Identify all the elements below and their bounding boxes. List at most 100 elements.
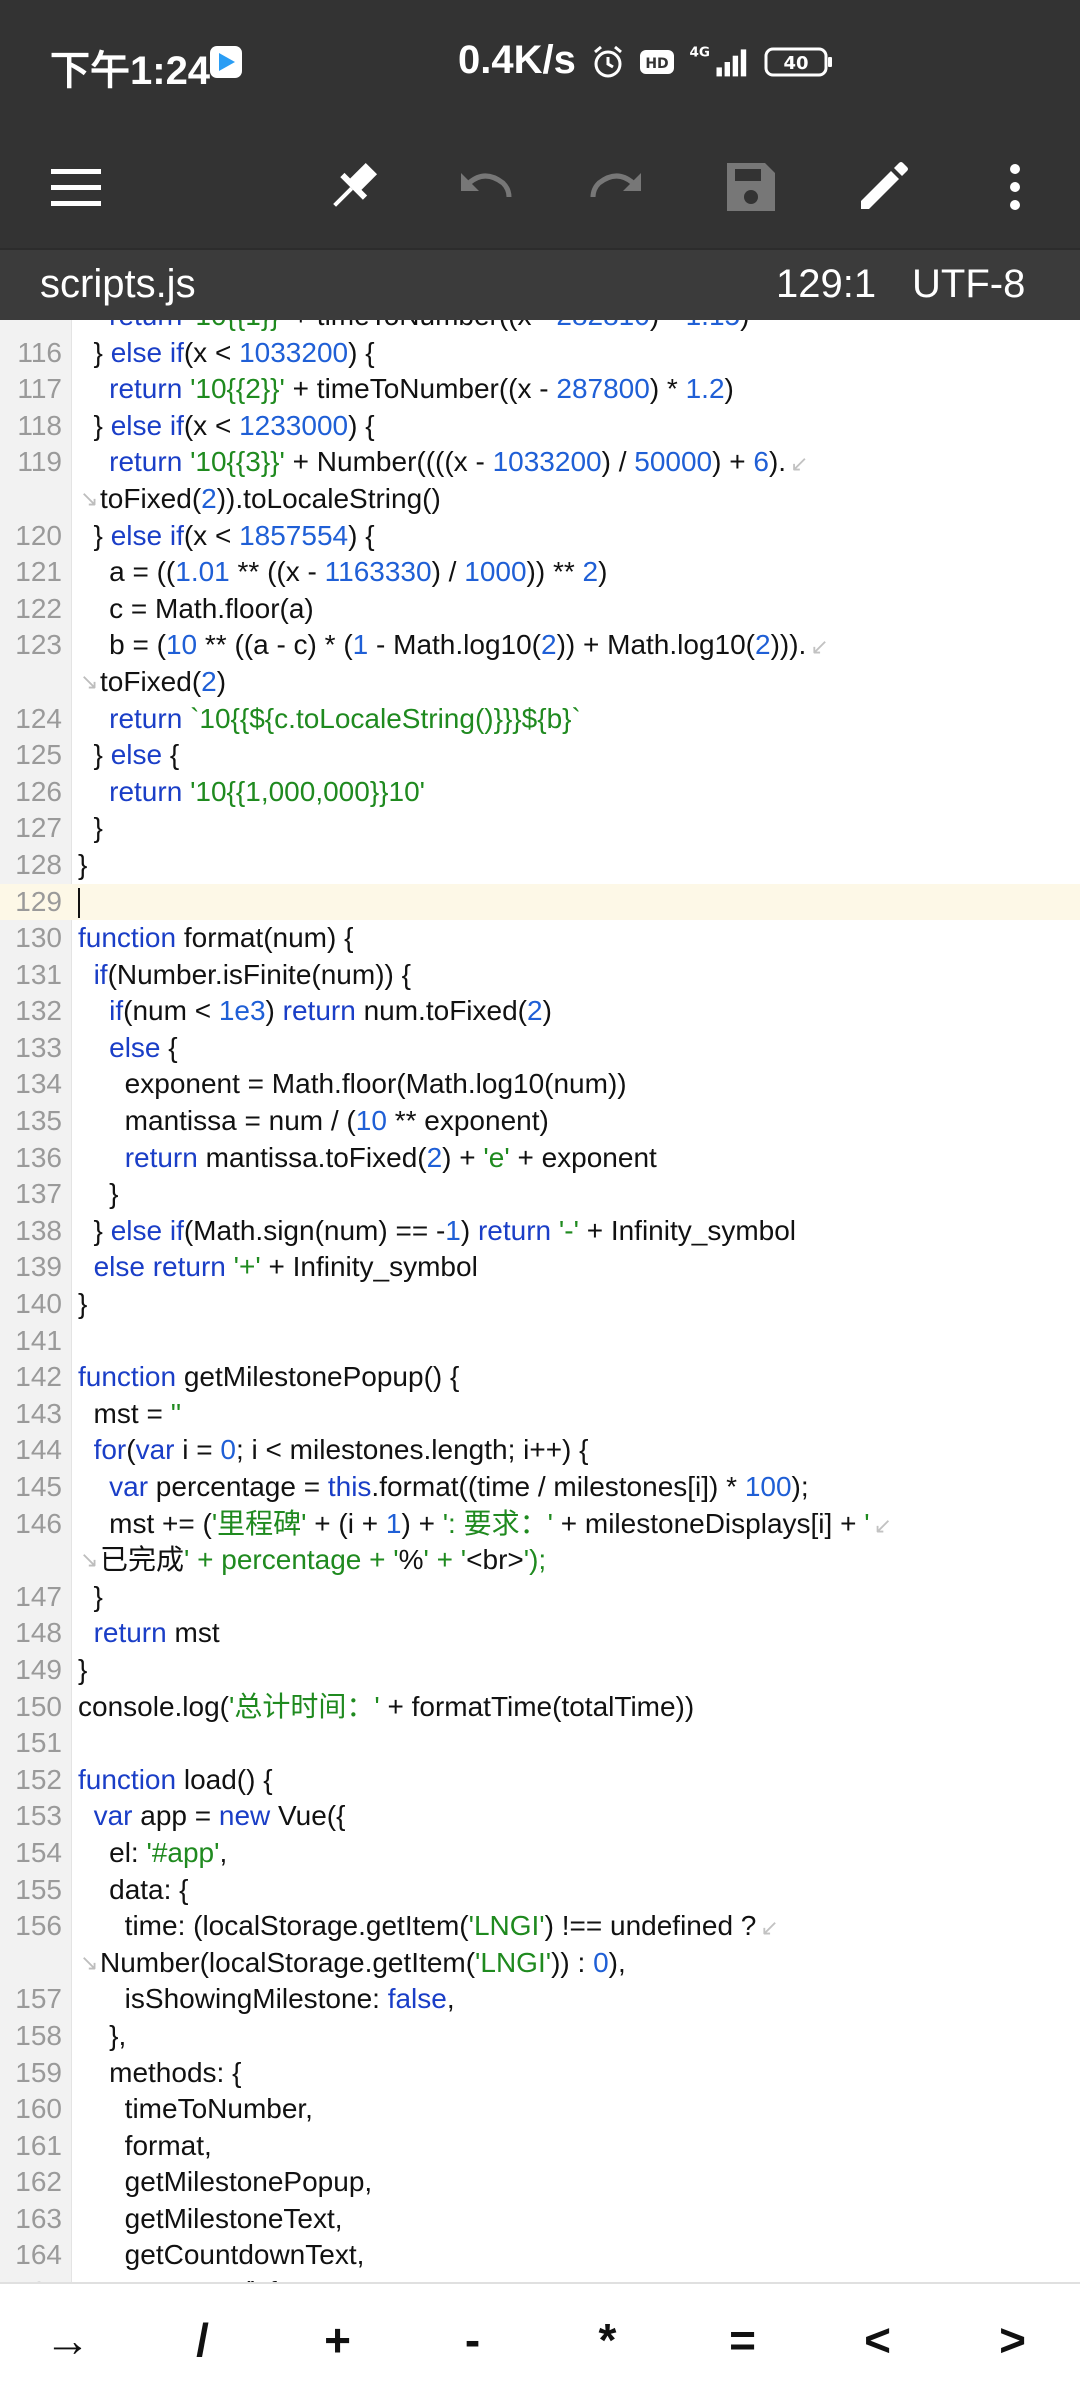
- code-line[interactable]: 122 c = Math.floor(a): [0, 591, 1080, 628]
- symbol-key-equals[interactable]: =: [675, 2284, 810, 2400]
- hd-icon: HD: [640, 50, 674, 74]
- code-line[interactable]: 154 el: '#app',: [0, 1835, 1080, 1872]
- line-number: 153: [15, 1800, 62, 1832]
- code-line[interactable]: 160 timeToNumber,: [0, 2091, 1080, 2128]
- code-line[interactable]: 143 mst = '': [0, 1396, 1080, 1433]
- code-line[interactable]: 117 return '10{{2}}' + timeToNumber((x -…: [0, 371, 1080, 408]
- code-line[interactable]: 124 return `10{{${c.toLocaleString()}}}$…: [0, 701, 1080, 738]
- code-line[interactable]: 120 } else if(x < 1857554) {: [0, 518, 1080, 555]
- code-line[interactable]: 142 function getMilestonePopup() {: [0, 1359, 1080, 1396]
- code-line[interactable]: 137 }: [0, 1176, 1080, 1213]
- network-type: 4G: [690, 45, 710, 61]
- code-line[interactable]: ↘ toFixed(2): [0, 664, 1080, 701]
- code-line[interactable]: 146 mst += ('里程碑' + (i + 1) + ': 要求：' + …: [0, 1506, 1080, 1543]
- code-line[interactable]: 147 }: [0, 1579, 1080, 1616]
- code-line[interactable]: 149}: [0, 1652, 1080, 1689]
- code-line[interactable]: 165 startLoop() {: [0, 2274, 1080, 2282]
- wrap-icon: ↙: [760, 1915, 779, 1941]
- code-line[interactable]: 159 methods: {: [0, 2055, 1080, 2092]
- wrap-icon: ↙: [810, 634, 829, 660]
- code-line[interactable]: 161 format,: [0, 2128, 1080, 2165]
- symbol-key-greater-than[interactable]: >: [945, 2284, 1080, 2400]
- symbol-key-asterisk[interactable]: *: [540, 2284, 675, 2400]
- code-line[interactable]: 116 } else if(x < 1033200) {: [0, 335, 1080, 372]
- code-line[interactable]: 155 data: {: [0, 1872, 1080, 1909]
- code-line[interactable]: return '10{{1}}' + timeToNumber((x - 282…: [0, 320, 1080, 335]
- line-number: 131: [15, 958, 62, 990]
- code-line[interactable]: 141: [0, 1323, 1080, 1360]
- code-text: if(Number.isFinite(num)) {: [93, 958, 411, 990]
- code-line[interactable]: ↘ toFixed(2)).toLocaleString(): [0, 481, 1080, 518]
- code-line[interactable]: 162 getMilestonePopup,: [0, 2164, 1080, 2201]
- line-number: 123: [15, 629, 62, 661]
- code-text: 已完成' + percentage + '%' + '<br>');: [100, 1544, 547, 1576]
- code-line[interactable]: 128}: [0, 847, 1080, 884]
- pin-button[interactable]: [308, 142, 398, 232]
- code-editor[interactable]: return '10{{1}}' + timeToNumber((x - 282…: [0, 320, 1080, 2282]
- code-text: mst = '': [78, 1397, 182, 1429]
- code-line[interactable]: 136 return mantissa.toFixed(2) + 'e' + e…: [0, 1140, 1080, 1177]
- symbol-key-plus[interactable]: +: [270, 2284, 405, 2400]
- more-options-button[interactable]: [970, 142, 1060, 232]
- undo-button[interactable]: [440, 142, 530, 232]
- code-line[interactable]: 119 return '10{{3}}' + Number((((x - 103…: [0, 444, 1080, 481]
- code-line[interactable]: 133 else {: [0, 1030, 1080, 1067]
- code-text: function load() {: [78, 1763, 273, 1795]
- code-line[interactable]: 131 if(Number.isFinite(num)) {: [0, 957, 1080, 994]
- code-text: toFixed(2): [100, 665, 227, 697]
- code-line[interactable]: 148 return mst: [0, 1615, 1080, 1652]
- symbol-key-slash[interactable]: /: [135, 2284, 270, 2400]
- line-number: 125: [15, 739, 62, 771]
- code-line[interactable]: 135 mantissa = num / (10 ** exponent): [0, 1103, 1080, 1140]
- code-text: data: {: [78, 1873, 189, 1905]
- code-line[interactable]: 145 var percentage = this.format((time /…: [0, 1469, 1080, 1506]
- code-text: var percentage = this.format((time / mil…: [109, 1471, 809, 1502]
- signal-icon: 4G: [690, 45, 747, 77]
- line-number: 140: [15, 1288, 62, 1320]
- code-lines[interactable]: return '10{{1}}' + timeToNumber((x - 282…: [0, 320, 1080, 2282]
- code-line[interactable]: 125 } else {: [0, 737, 1080, 774]
- code-line[interactable]: 164 getCountdownText,: [0, 2237, 1080, 2274]
- edit-button[interactable]: [838, 142, 928, 232]
- code-line[interactable]: 153 var app = new Vue({: [0, 1798, 1080, 1835]
- code-line[interactable]: 123 b = (10 ** ((a - c) * (1 - Math.log1…: [0, 627, 1080, 664]
- symbol-key-minus[interactable]: -: [405, 2284, 540, 2400]
- code-line[interactable]: 144 for(var i = 0; i < milestones.length…: [0, 1432, 1080, 1469]
- line-number: 145: [15, 1471, 62, 1502]
- symbol-key-arrow[interactable]: →: [0, 2284, 135, 2400]
- wrap-continuation-icon: ↘: [80, 668, 99, 694]
- line-number: 148: [15, 1617, 62, 1649]
- code-line[interactable]: 157 isShowingMilestone: false,: [0, 1981, 1080, 2018]
- code-line[interactable]: 150 console.log('总计时间：' + formatTime(tota…: [0, 1689, 1080, 1726]
- code-line[interactable]: 132 if(num < 1e3) return num.toFixed(2): [0, 993, 1080, 1030]
- line-number: 135: [15, 1105, 62, 1137]
- code-line[interactable]: 129: [0, 883, 1080, 921]
- code-line[interactable]: 140}: [0, 1286, 1080, 1323]
- code-line[interactable]: 138 } else if(Math.sign(num) == -1) retu…: [0, 1213, 1080, 1250]
- code-line[interactable]: 134 exponent = Math.floor(Math.log10(num…: [0, 1066, 1080, 1103]
- file-encoding[interactable]: UTF-8: [912, 262, 1025, 307]
- battery-icon: 40: [764, 47, 832, 77]
- code-line[interactable]: 130 function format(num) {: [0, 920, 1080, 957]
- redo-button[interactable]: [572, 142, 662, 232]
- battery-level: 40: [783, 53, 808, 74]
- code-line[interactable]: 151: [0, 1725, 1080, 1762]
- code-line[interactable]: ↘ Number(localStorage.getItem('LNGI')) : …: [0, 1945, 1080, 1982]
- code-line[interactable]: 118 } else if(x < 1233000) {: [0, 408, 1080, 445]
- line-number: 149: [15, 1653, 62, 1685]
- file-name[interactable]: scripts.js: [40, 262, 196, 307]
- code-line[interactable]: 139 else return '+' + Infinity_symbol: [0, 1249, 1080, 1286]
- code-text: } else if(x < 1033200) {: [78, 336, 375, 368]
- code-line[interactable]: 156 time: (localStorage.getItem('LNGI') …: [0, 1908, 1080, 1945]
- menu-button[interactable]: [32, 142, 122, 232]
- line-number: 118: [17, 409, 62, 441]
- code-line[interactable]: 126 return '10{{1,000,000}}10': [0, 774, 1080, 811]
- code-line[interactable]: 158 },: [0, 2018, 1080, 2055]
- code-line[interactable]: 121 a = ((1.01 ** ((x - 1163330) / 1000)…: [0, 554, 1080, 591]
- save-button[interactable]: [706, 142, 796, 232]
- code-line[interactable]: 152 function load() {: [0, 1762, 1080, 1799]
- symbol-key-less-than[interactable]: <: [810, 2284, 945, 2400]
- code-line[interactable]: ↘ 已完成' + percentage + '%' + '<br>');: [0, 1542, 1080, 1579]
- code-line[interactable]: 127 }: [0, 810, 1080, 847]
- code-line[interactable]: 163 getMilestoneText,: [0, 2201, 1080, 2238]
